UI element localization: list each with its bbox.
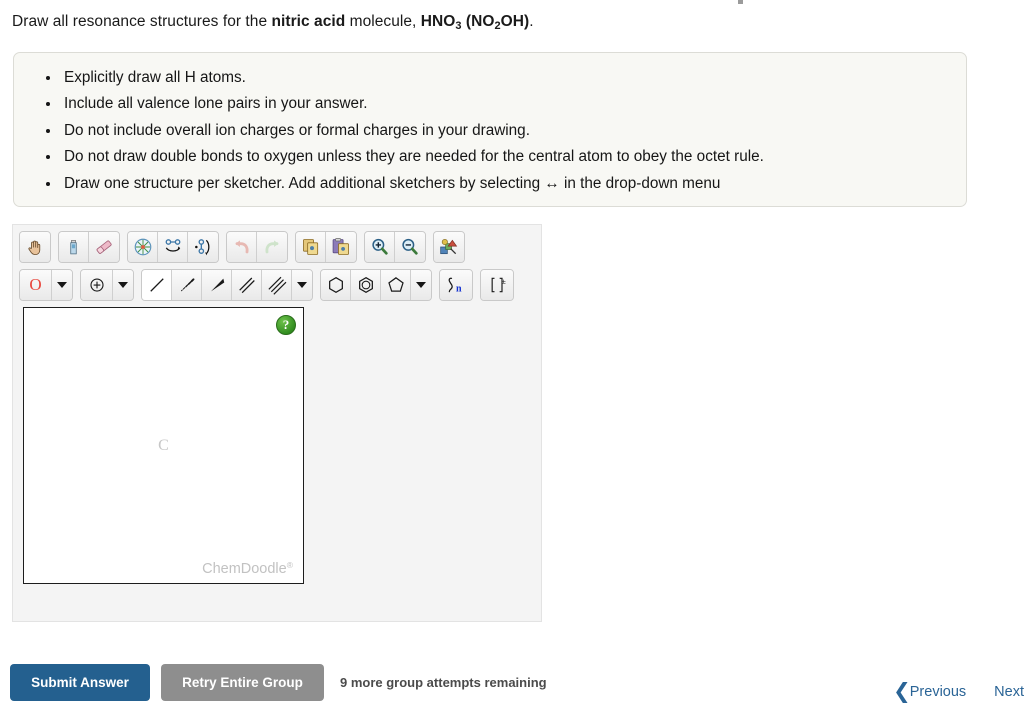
ring-tools-dropdown[interactable]	[411, 270, 431, 300]
instruction-item: Explicitly draw all H atoms.	[61, 70, 966, 86]
chemdoodle-watermark: ChemDoodle®	[202, 560, 293, 577]
svg-text:±: ±	[502, 277, 506, 286]
cyclopentane-ring-icon[interactable]	[381, 270, 411, 300]
bond-tools-dropdown[interactable]	[292, 270, 312, 300]
triple-bond-icon[interactable]	[262, 270, 292, 300]
toolbar-group-transform	[127, 231, 219, 263]
canvas-placeholder-atom: C	[158, 436, 169, 454]
copy-icon[interactable]	[296, 232, 326, 262]
bracket-charge-icon[interactable]: ±	[481, 270, 513, 300]
single-bond-icon[interactable]	[142, 270, 172, 300]
charge-tool-button[interactable]	[81, 270, 113, 300]
question-prompt: Draw all resonance structures for the ni…	[12, 12, 1004, 34]
bond-tools-group	[141, 269, 313, 301]
previous-link[interactable]: ❮ Previous	[893, 681, 966, 702]
bracket-tool-group: ±	[480, 269, 514, 301]
prompt-formula-tail: OH)	[500, 13, 530, 30]
toolbar-group-history	[226, 231, 288, 263]
previous-label: Previous	[909, 683, 967, 700]
hand-pan-icon[interactable]	[20, 232, 50, 262]
instruction-item: Draw one structure per sketcher. Add add…	[61, 176, 966, 192]
template-icon[interactable]	[434, 232, 464, 262]
prompt-end: .	[529, 13, 534, 30]
svg-text:n: n	[456, 284, 462, 295]
sketcher-toolbar-row-2: O n ±	[19, 267, 521, 303]
element-selector-label: O	[29, 275, 42, 294]
prompt-molecule-name: nitric acid	[271, 13, 346, 30]
toolbar-group-pan	[19, 231, 51, 263]
next-link[interactable]: Next	[994, 684, 1024, 700]
chevron-down-icon	[416, 282, 426, 288]
sketcher-toolbar-row-1	[19, 229, 472, 265]
eraser-icon[interactable]	[89, 232, 119, 262]
center-structure-icon[interactable]	[128, 232, 158, 262]
redo-icon[interactable]	[257, 232, 287, 262]
flip-horizontal-icon[interactable]	[158, 232, 188, 262]
instructions-panel: Explicitly draw all H atoms. Include all…	[13, 52, 967, 207]
zoom-out-icon[interactable]	[395, 232, 425, 262]
chevron-down-icon	[118, 282, 128, 288]
hashed-wedge-bond-icon[interactable]	[172, 270, 202, 300]
double-bond-icon[interactable]	[232, 270, 262, 300]
solid-wedge-bond-icon[interactable]	[202, 270, 232, 300]
ring-tools-group	[320, 269, 432, 301]
prompt-formula-h: HNO	[420, 13, 456, 30]
chain-icon[interactable]: n	[440, 270, 472, 300]
flip-vertical-icon[interactable]	[188, 232, 218, 262]
charge-tool-group	[80, 269, 134, 301]
prompt-mid: molecule,	[345, 13, 421, 30]
paste-icon[interactable]	[326, 232, 356, 262]
toolbar-group-clipboard	[295, 231, 357, 263]
instructions-list: Explicitly draw all H atoms. Include all…	[14, 53, 966, 192]
attempts-remaining-text: 9 more group attempts remaining	[340, 675, 547, 690]
zoom-in-icon[interactable]	[365, 232, 395, 262]
chemdoodle-sketcher[interactable]: O n ± ? C ChemDoodle®	[12, 224, 542, 622]
element-selector-group: O	[19, 269, 73, 301]
chain-tool-group: n	[439, 269, 473, 301]
clean-structure-icon[interactable]	[59, 232, 89, 262]
chemdoodle-watermark-text: ChemDoodle	[202, 561, 287, 577]
help-icon[interactable]: ?	[276, 315, 296, 335]
undo-icon[interactable]	[227, 232, 257, 262]
top-cutoff-artifact	[738, 0, 743, 4]
toolbar-group-zoom	[364, 231, 426, 263]
toolbar-group-template	[433, 231, 465, 263]
homework-page: Draw all resonance structures for the ni…	[0, 0, 1024, 718]
instruction-item: Do not draw double bonds to oxygen unles…	[61, 149, 966, 165]
element-selector-dropdown[interactable]	[52, 270, 72, 300]
element-selector-button[interactable]: O	[20, 270, 52, 300]
next-label: Next	[994, 683, 1024, 700]
prompt-formula-paren: (NO	[461, 13, 495, 30]
charge-tool-dropdown[interactable]	[113, 270, 133, 300]
cyclohexane-ring-icon[interactable]	[321, 270, 351, 300]
drawing-canvas[interactable]: ? C ChemDoodle®	[23, 307, 304, 584]
submit-answer-button[interactable]: Submit Answer	[10, 664, 150, 701]
benzene-ring-icon[interactable]	[351, 270, 381, 300]
instruction-item: Do not include overall ion charges or fo…	[61, 123, 966, 139]
chevron-down-icon	[297, 282, 307, 288]
chevron-down-icon	[57, 282, 67, 288]
prompt-lead: Draw all resonance structures for the	[12, 13, 272, 30]
navigation-links: ❮ Previous Next	[893, 681, 1024, 702]
chevron-left-icon: ❮	[893, 679, 911, 703]
instruction-item: Include all valence lone pairs in your a…	[61, 96, 966, 112]
chemdoodle-watermark-sup: ®	[286, 560, 293, 570]
retry-entire-group-button[interactable]: Retry Entire Group	[161, 664, 324, 701]
toolbar-group-edit	[58, 231, 120, 263]
